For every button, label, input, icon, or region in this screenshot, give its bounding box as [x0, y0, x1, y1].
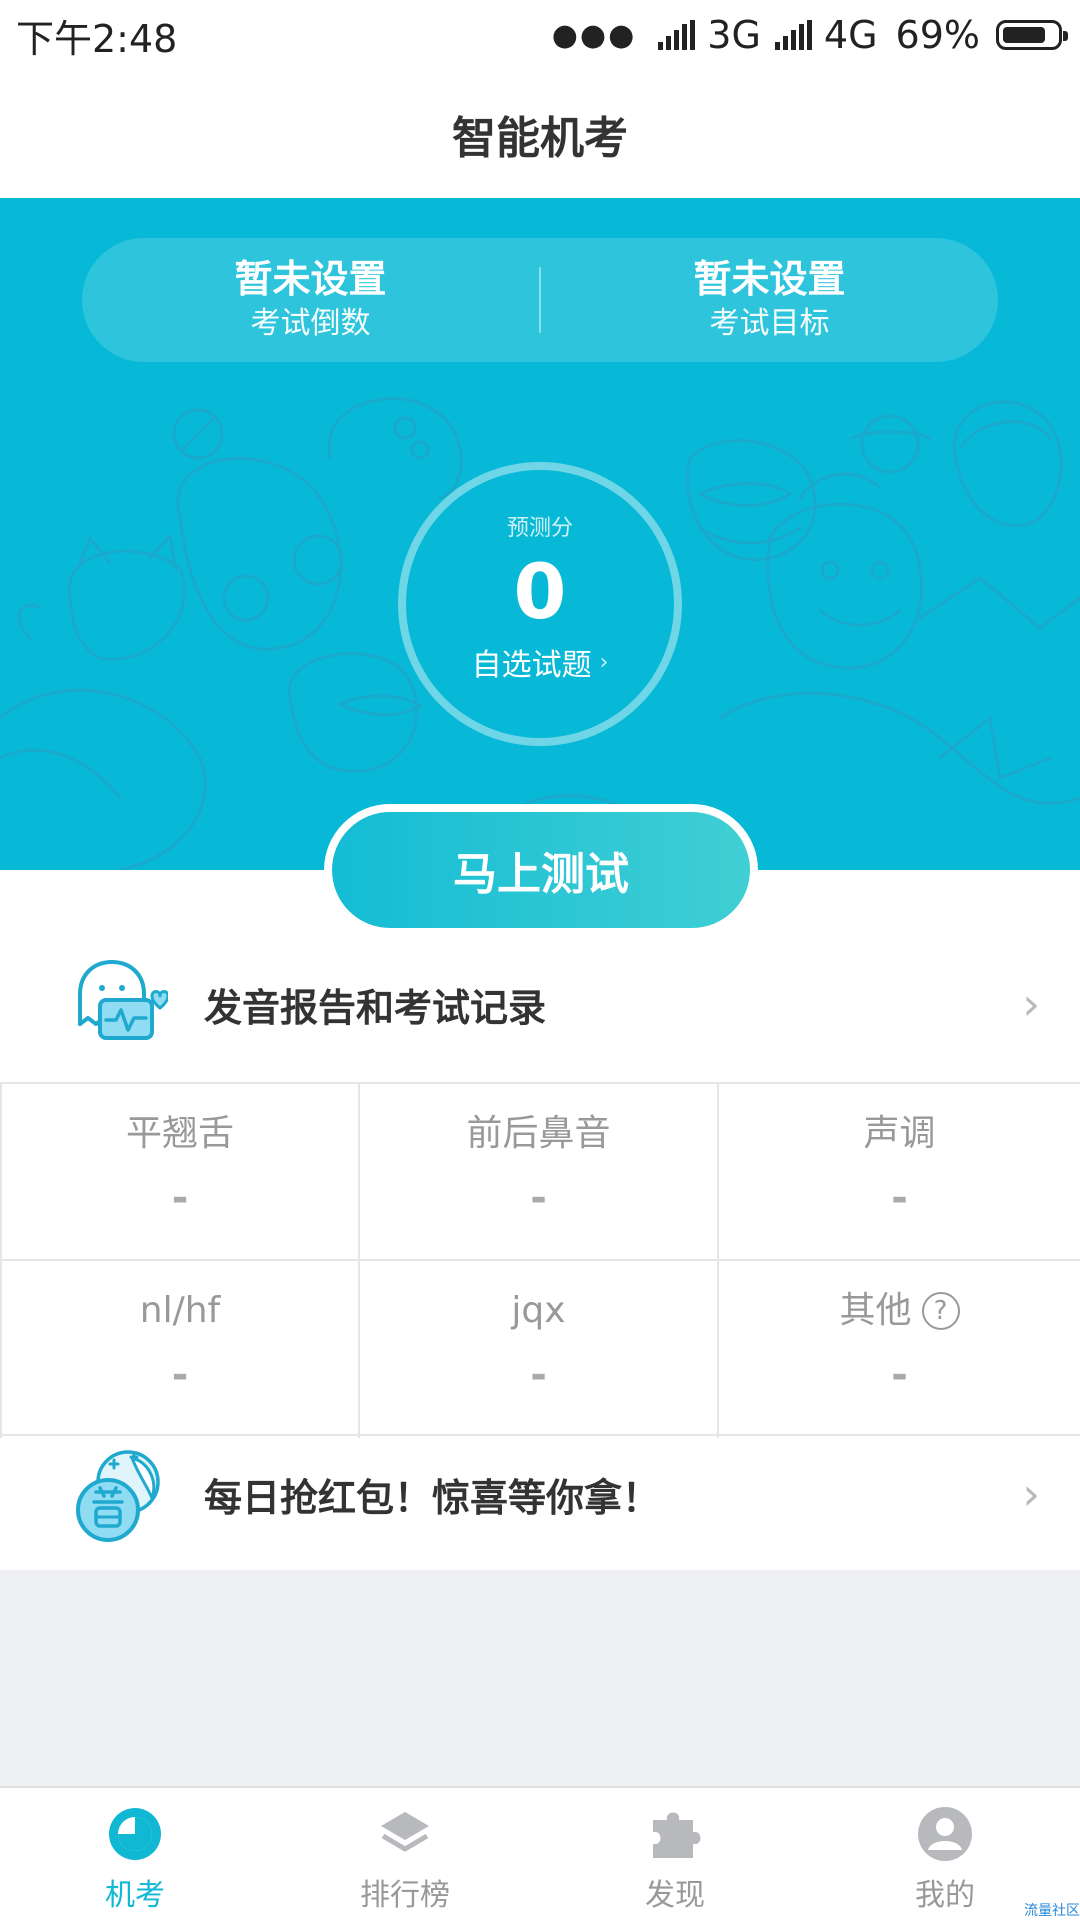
countdown-label: 考试倒数: [250, 306, 371, 341]
network-type-2: 4G: [823, 13, 878, 57]
clock-icon: [109, 1808, 161, 1860]
stat-cell-tone[interactable]: 声调 -: [719, 1084, 1080, 1261]
bottom-tab-bar: 机考 排行榜 发现 我的: [0, 1786, 1080, 1920]
predicted-score-ring: 预测分 0 自选试题 ›: [398, 462, 682, 746]
stat-value: -: [171, 1175, 189, 1221]
stat-cell-jqx[interactable]: jqx -: [360, 1261, 719, 1438]
choose-questions-link[interactable]: 自选试题 ›: [472, 640, 609, 684]
user-icon: [918, 1807, 972, 1861]
stat-label: jqx: [511, 1290, 566, 1331]
stat-cell-nl-hf[interactable]: nl/hf -: [0, 1261, 360, 1438]
signal-icon: [774, 20, 812, 50]
stat-cell-retroflex[interactable]: 平翘舌 -: [0, 1084, 360, 1261]
help-icon[interactable]: ?: [921, 1292, 960, 1330]
stat-value: -: [891, 1175, 908, 1221]
stat-value: -: [171, 1352, 189, 1398]
network-type-1: 3G: [707, 13, 761, 57]
exam-countdown-setting[interactable]: 暂未设置 考试倒数: [82, 255, 539, 345]
chevron-right-icon: ›: [599, 649, 609, 675]
red-packet-title: 每日抢红包！惊喜等你拿！: [204, 1475, 661, 1520]
report-title: 发音报告和考试记录: [204, 985, 547, 1030]
status-indicators: ●●● 3G 4G 69%: [551, 13, 1068, 57]
report-row[interactable]: 发音报告和考试记录 ›: [0, 948, 1080, 1060]
red-packet-row[interactable]: 每日抢红包！惊喜等你拿！ ›: [0, 1438, 1080, 1550]
stat-label-other: 其他 ?: [839, 1287, 960, 1335]
tab-leaderboard[interactable]: 排行榜: [270, 1788, 540, 1920]
stat-label-text: 其他: [839, 1290, 912, 1331]
stat-label: nl/hf: [139, 1290, 221, 1331]
chevron-right-icon: ›: [1022, 978, 1040, 1030]
tab-label: 机考: [105, 1878, 165, 1913]
watermark: 流量社区: [1024, 1903, 1080, 1919]
stat-label: 平翘舌: [125, 1113, 234, 1154]
tab-label: 我的: [915, 1878, 975, 1913]
puzzle-icon: [653, 1812, 701, 1858]
countdown-value: 暂未设置: [234, 257, 387, 301]
status-bar: 下午2:48 ●●● 3G 4G 69%: [0, 0, 1080, 70]
mascot-moon-icon: [76, 1450, 160, 1542]
battery-icon: [996, 20, 1068, 50]
choose-questions-label: 自选试题: [471, 648, 592, 683]
stat-label: 前后鼻音: [466, 1113, 611, 1154]
start-test-button[interactable]: 马上测试: [332, 812, 750, 928]
chevron-right-icon: ›: [1022, 1468, 1040, 1520]
battery-percent: 69%: [895, 13, 980, 57]
goal-value: 暂未设置: [693, 257, 846, 301]
goal-label: 考试目标: [709, 306, 830, 341]
exam-goal-setting[interactable]: 暂未设置 考试目标: [541, 255, 998, 345]
stat-value: -: [530, 1175, 547, 1221]
tab-label: 排行榜: [360, 1878, 450, 1913]
content-panel: 发音报告和考试记录 › 平翘舌 - 前后鼻音 - 声调 - nl/hf - jq…: [0, 870, 1080, 1570]
page-title: 智能机考: [452, 113, 628, 164]
stat-label: 声调: [863, 1113, 936, 1154]
signal-icon: [658, 20, 696, 50]
score-label: 预测分: [506, 516, 573, 541]
ghost-heartbeat-icon: [78, 960, 168, 1040]
stat-value: -: [891, 1352, 908, 1398]
pronunciation-stats-grid: 平翘舌 - 前后鼻音 - 声调 - nl/hf - jqx - 其他 ? -: [0, 1082, 1080, 1438]
stat-cell-nasal[interactable]: 前后鼻音 -: [360, 1084, 719, 1261]
status-time: 下午2:48: [16, 16, 178, 61]
hero-section: 暂未设置 考试倒数 暂未设置 考试目标 预测分 0 自选试题 ›: [0, 198, 1080, 870]
tab-exam[interactable]: 机考: [0, 1788, 270, 1920]
start-button-frame: 马上测试: [324, 804, 758, 936]
layers-icon: [381, 1812, 429, 1852]
tab-label: 发现: [645, 1878, 705, 1913]
more-dots-icon: ●●●: [551, 17, 637, 53]
stat-cell-other[interactable]: 其他 ? -: [719, 1261, 1080, 1438]
tab-discover[interactable]: 发现: [540, 1788, 810, 1920]
exam-settings-pill: 暂未设置 考试倒数 暂未设置 考试目标: [82, 238, 998, 362]
stat-value: -: [530, 1352, 547, 1398]
score-value: 0: [513, 547, 567, 636]
title-bar: 智能机考: [0, 70, 1080, 198]
